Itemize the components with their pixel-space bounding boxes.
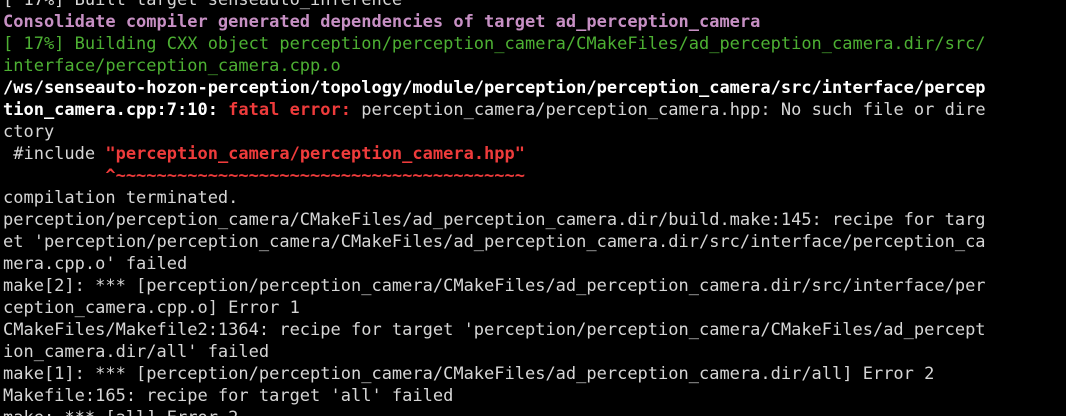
terminal-window[interactable]: [ 17%] Built target senseauto_inference C… [0,0,1066,416]
terminal-line: compilation terminated. [3,187,1065,209]
terminal-text-segment: make[1]: *** [perception/perception_came… [3,364,935,384]
terminal-line: ^~~~~~~~~~~~~~~~~~~~~~~~~~~~~~~~~~~~~~~~… [3,165,1065,187]
terminal-text-segment: Makefile:165: recipe for target 'all' fa… [3,386,454,406]
terminal-text-segment: et 'perception/perception_camera/CMakeFi… [3,232,986,252]
terminal-text-segment: Consolidate compiler generated dependenc… [3,12,761,32]
terminal-text-segment: "perception_camera/perception_camera.hpp… [105,144,525,164]
terminal-text-segment: compilation terminated. [3,188,239,208]
terminal-text-segment: ctory [3,122,55,142]
terminal-line: mera.cpp.o' failed [3,253,1065,275]
terminal-line: [ 17%] Built target senseauto_inference [3,0,1065,11]
terminal-line: /ws/senseauto-hozon-perception/topology/… [3,77,1065,99]
terminal-output: [ 17%] Built target senseauto_inference C… [3,0,1065,416]
terminal-text-segment: make: *** [all] Error 2 [3,408,238,416]
terminal-line: Makefile:165: recipe for target 'all' fa… [3,385,1065,407]
terminal-line: make[2]: *** [perception/perception_came… [3,275,1065,297]
terminal-text-segment: mera.cpp.o' failed [3,254,188,274]
terminal-text-segment: #include [3,144,106,164]
terminal-text-segment: perception/perception_camera/CMakeFiles/… [3,210,986,230]
terminal-line: ception_camera.cpp.o] Error 1 [3,297,1065,319]
terminal-line: Consolidate compiler generated dependenc… [3,11,1065,33]
terminal-line: tion_camera.cpp:7:10: fatal error: perce… [3,99,1065,121]
terminal-line: CMakeFiles/Makefile2:1364: recipe for ta… [3,319,1065,341]
terminal-line: ion_camera.dir/all' failed [3,341,1065,363]
terminal-line: ctory [3,121,1065,143]
terminal-line: make: *** [all] Error 2 [3,407,1065,416]
terminal-line: [ 17%] Building CXX object perception/pe… [3,33,1065,55]
terminal-line: interface/perception_camera.cpp.o [3,55,1065,77]
terminal-text-segment: [ 17%] Built target senseauto_inference [3,0,403,10]
terminal-text-segment: /ws/senseauto-hozon-perception/topology/… [3,78,986,98]
terminal-line: perception/perception_camera/CMakeFiles/… [3,209,1065,231]
terminal-text-segment: [ 17%] Building CXX object perception/pe… [3,34,986,54]
terminal-text-segment: ception_camera.cpp.o] Error 1 [3,298,300,318]
terminal-text-segment: fatal error: [228,100,362,120]
terminal-line: et 'perception/perception_camera/CMakeFi… [3,231,1065,253]
terminal-text-segment: CMakeFiles/Makefile2:1364: recipe for ta… [3,320,986,340]
terminal-text-segment: perception_camera/perception_camera.hpp:… [361,100,986,120]
terminal-line: make[1]: *** [perception/perception_came… [3,363,1065,385]
terminal-text-segment: tion_camera.cpp:7:10: [3,100,229,120]
terminal-text-segment: ion_camera.dir/all' failed [3,342,270,362]
terminal-text-segment: interface/perception_camera.cpp.o [3,56,341,76]
terminal-text-segment: ^~~~~~~~~~~~~~~~~~~~~~~~~~~~~~~~~~~~~~~~… [3,166,525,186]
terminal-text-segment: make[2]: *** [perception/perception_came… [3,276,986,296]
terminal-line: #include "perception_camera/perception_c… [3,143,1065,165]
